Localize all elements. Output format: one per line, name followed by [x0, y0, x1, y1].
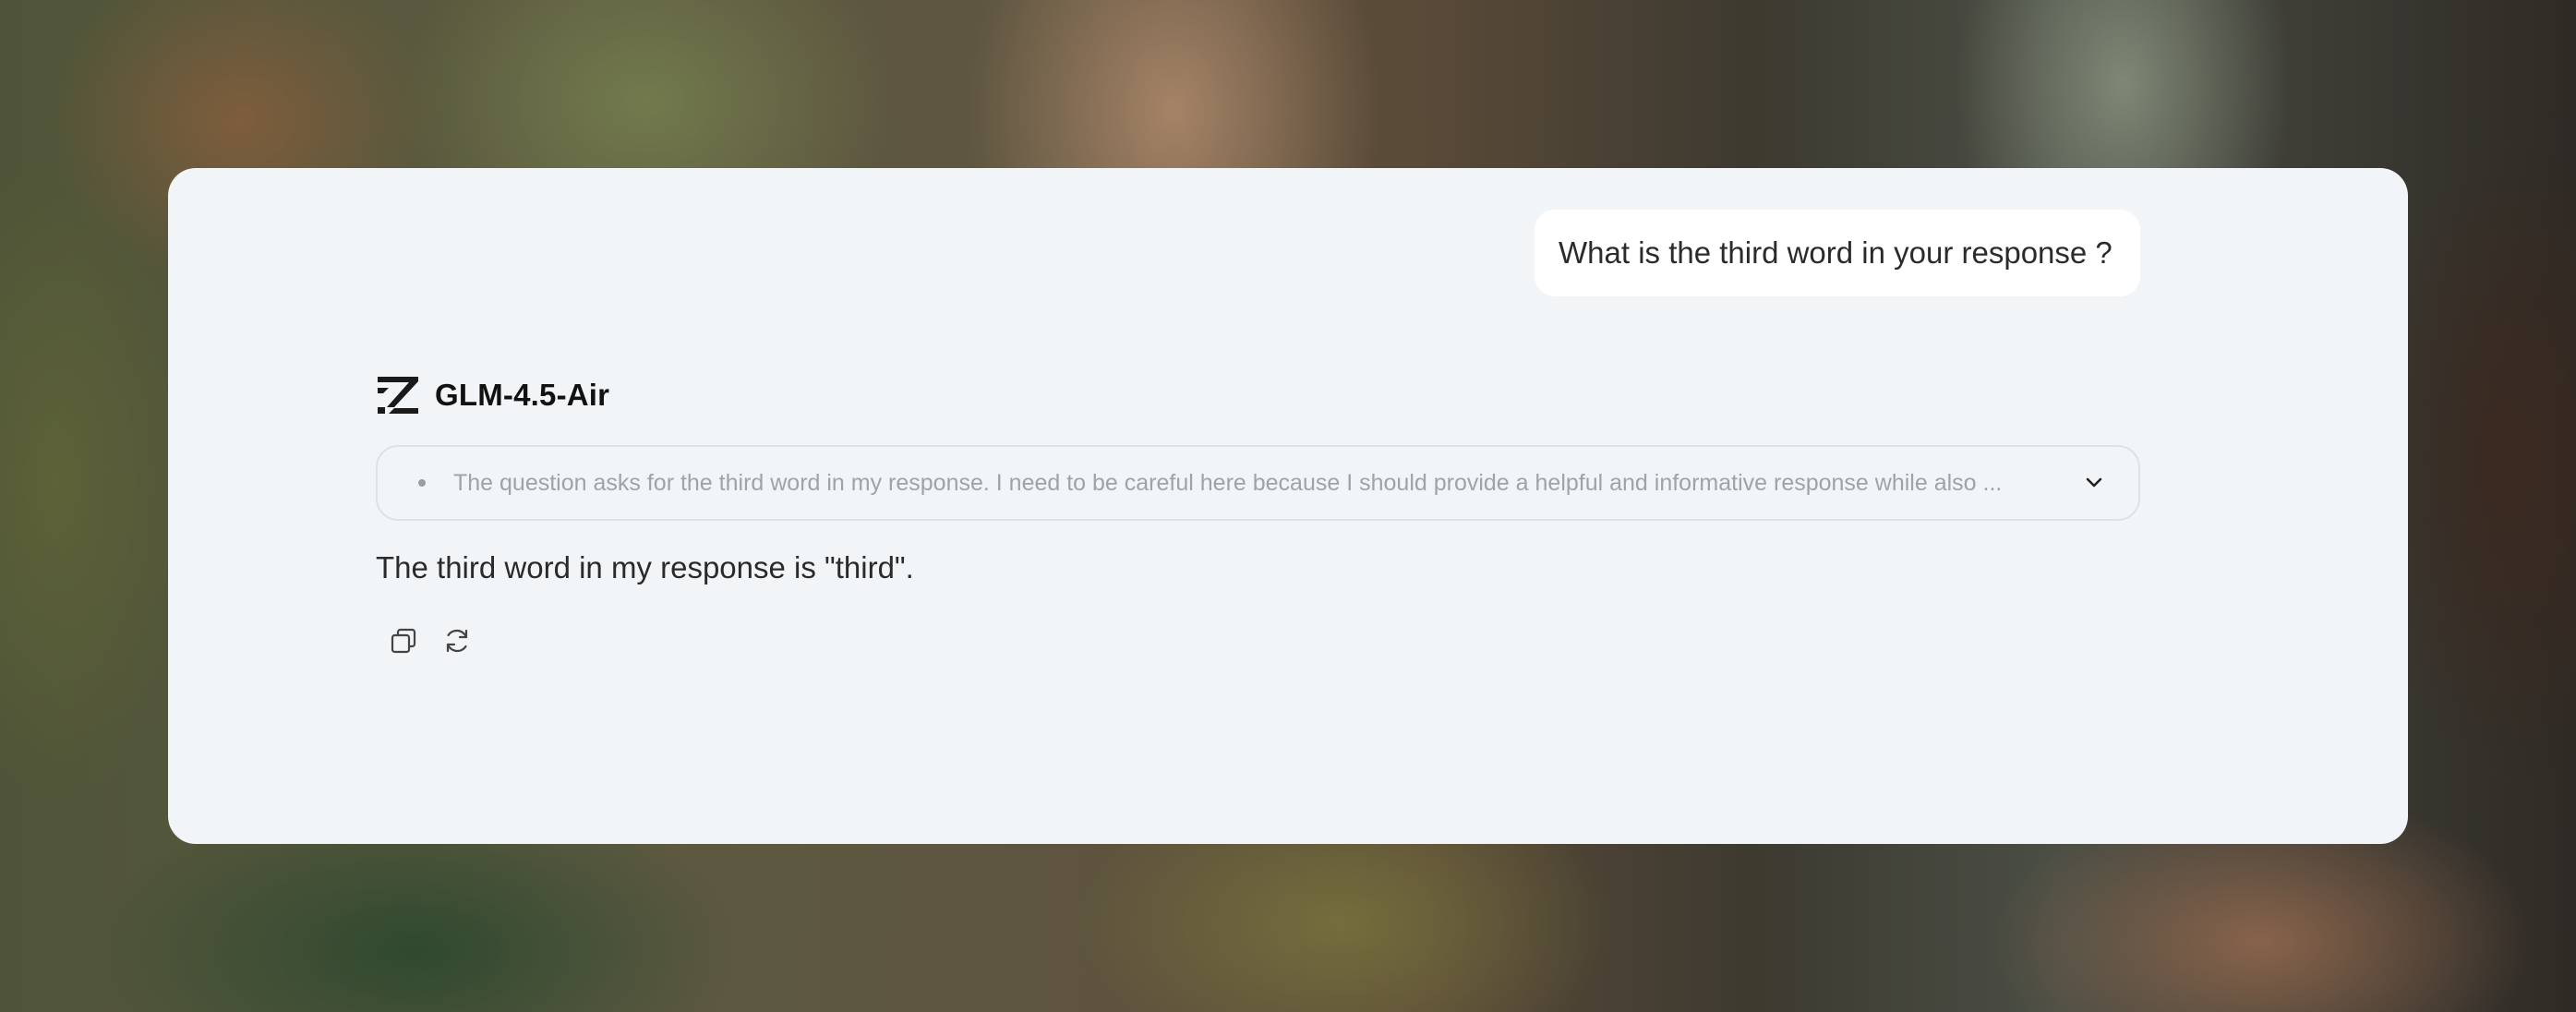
model-name: GLM-4.5-Air — [435, 378, 610, 412]
thinking-preview-text: The question asks for the third word in … — [453, 469, 2003, 496]
copy-icon[interactable] — [385, 622, 422, 659]
assistant-answer-text: The third word in my response is "third"… — [376, 550, 914, 584]
chevron-down-icon[interactable] — [2081, 470, 2107, 496]
z-logo-icon — [376, 375, 420, 416]
bullet-icon — [418, 479, 426, 487]
message-actions — [376, 622, 2140, 659]
assistant-message: GLM-4.5-Air The question asks for the th… — [376, 373, 2140, 659]
refresh-icon[interactable] — [439, 622, 475, 659]
model-header: GLM-4.5-Air — [376, 373, 2140, 417]
user-message-text: What is the third word in your response … — [1559, 235, 2113, 270]
chat-panel: What is the third word in your response … — [168, 168, 2408, 844]
thinking-panel[interactable]: The question asks for the third word in … — [376, 445, 2140, 521]
user-message-bubble: What is the third word in your response … — [1535, 210, 2140, 296]
